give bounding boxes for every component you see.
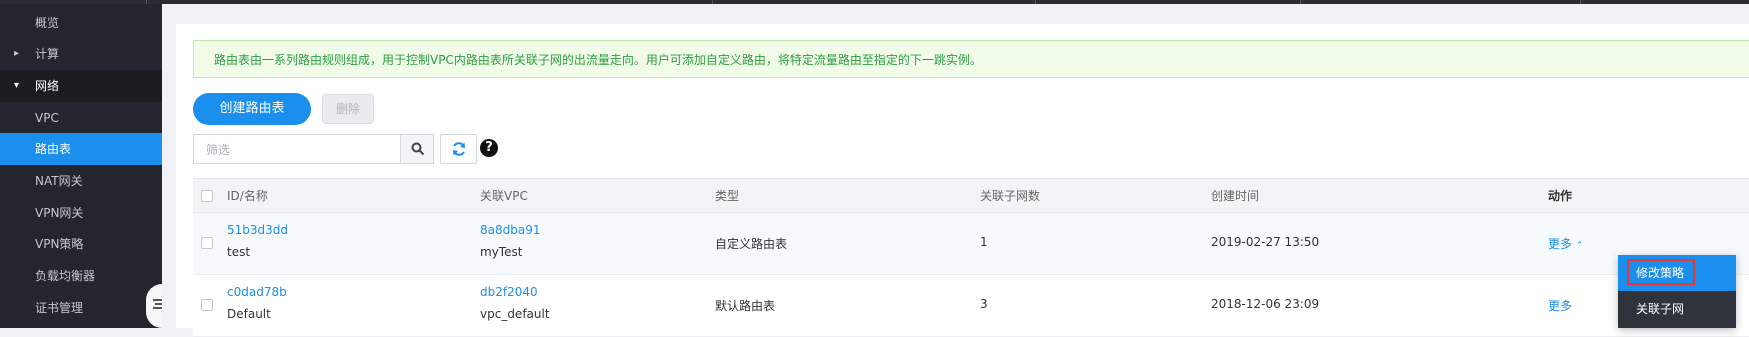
- more-actions-label: 更多: [1548, 299, 1573, 313]
- select-all-checkbox[interactable]: [201, 190, 213, 202]
- route-table-type: 默认路由表: [715, 299, 776, 313]
- more-actions-dropdown: 修改策略 关联子网: [1618, 255, 1736, 328]
- sidebar-item-label: NAT网关: [35, 174, 83, 188]
- subnet-count: 1: [980, 235, 988, 249]
- delete-button[interactable]: 删除: [322, 94, 374, 124]
- vpc-id-link[interactable]: db2f2040: [480, 285, 538, 299]
- created-time: 2019-02-27 13:50: [1211, 235, 1320, 249]
- sidebar-item-vpn-policy[interactable]: VPN策略: [0, 228, 162, 260]
- column-header-id-name: ID/名称: [227, 189, 268, 203]
- more-actions-label: 更多: [1548, 237, 1573, 251]
- sidebar-item-route-table[interactable]: 路由表: [0, 133, 162, 165]
- menu-item-label: 关联子网: [1636, 302, 1685, 316]
- sidebar-item-label: VPC: [35, 111, 59, 125]
- sidebar-group-compute[interactable]: ▸ 计算: [0, 38, 162, 70]
- row-checkbox[interactable]: [201, 299, 213, 311]
- menu-item-modify-policy[interactable]: 修改策略: [1618, 255, 1736, 291]
- highlight-box: [1627, 259, 1695, 285]
- help-icon[interactable]: ?: [480, 139, 498, 157]
- filter-input[interactable]: [204, 141, 408, 159]
- refresh-button[interactable]: [440, 134, 477, 164]
- sidebar-item-label: 计算: [35, 47, 60, 61]
- table-header: ID/名称 关联VPC 类型 关联子网数 创建时间 动作: [193, 178, 1749, 213]
- search-icon: [411, 142, 425, 156]
- refresh-icon: [453, 142, 465, 156]
- subnet-count: 3: [980, 297, 988, 311]
- search-button[interactable]: [400, 134, 434, 164]
- create-route-table-button[interactable]: 创建路由表: [193, 93, 311, 125]
- menu-item-associate-subnet[interactable]: 关联子网: [1618, 291, 1736, 328]
- sidebar-item-label: VPN网关: [35, 206, 84, 220]
- caret-right-icon: ▸: [14, 48, 20, 59]
- sidebar-item-label: 负载均衡器: [35, 269, 96, 283]
- route-table-name: Default: [227, 307, 271, 321]
- info-notice: 路由表由一系列路由规则组成，用于控制VPC内路由表所关联子网的出流量走向。用户可…: [193, 40, 1749, 78]
- route-table-id-link[interactable]: c0dad78b: [227, 285, 287, 299]
- sidebar-item-label: VPN策略: [35, 237, 84, 251]
- chevron-up-icon: ⌃: [1575, 241, 1584, 251]
- sidebar-item-overview[interactable]: 概览: [0, 7, 162, 39]
- sidebar: 概览 ▸ 计算 ▾ 网络 VPC 路由表 NAT网关 VPN网关 VPN策略 负…: [0, 4, 162, 328]
- filter-field[interactable]: [193, 134, 433, 164]
- column-header-subnets: 关联子网数: [980, 189, 1041, 203]
- table-row[interactable]: 51b3d3dd test 8a8dba91 myTest 自定义路由表 1 2…: [193, 213, 1749, 275]
- sidebar-item-certificates[interactable]: 证书管理: [0, 292, 162, 324]
- vpc-name: myTest: [480, 245, 523, 259]
- more-actions-button[interactable]: 更多 ⌃: [1548, 235, 1583, 252]
- sidebar-item-vpn-gateway[interactable]: VPN网关: [0, 197, 162, 229]
- column-header-created: 创建时间: [1211, 189, 1260, 203]
- more-actions-button[interactable]: 更多: [1548, 297, 1572, 314]
- sidebar-item-label: 概览: [35, 16, 60, 30]
- sidebar-item-nat-gateway[interactable]: NAT网关: [0, 165, 162, 197]
- sidebar-item-load-balancer[interactable]: 负载均衡器: [0, 260, 162, 292]
- sidebar-item-label: 证书管理: [35, 301, 84, 315]
- vpc-id-link[interactable]: 8a8dba91: [480, 223, 540, 237]
- sidebar-group-network[interactable]: ▾ 网络: [0, 70, 162, 102]
- caret-down-icon: ▾: [14, 80, 20, 91]
- route-table-type: 自定义路由表: [715, 237, 788, 251]
- column-header-action: 动作: [1548, 189, 1573, 203]
- column-header-type: 类型: [715, 189, 740, 203]
- sidebar-item-vpc[interactable]: VPC: [0, 102, 162, 134]
- route-table-name: test: [227, 245, 251, 259]
- sidebar-item-label: 路由表: [35, 142, 72, 156]
- created-time: 2018-12-06 23:09: [1211, 297, 1320, 311]
- column-header-vpc: 关联VPC: [480, 189, 528, 203]
- route-table-id-link[interactable]: 51b3d3dd: [227, 223, 288, 237]
- sidebar-item-label: 网络: [35, 79, 60, 93]
- vpc-name: vpc_default: [480, 307, 550, 321]
- row-checkbox[interactable]: [201, 237, 213, 249]
